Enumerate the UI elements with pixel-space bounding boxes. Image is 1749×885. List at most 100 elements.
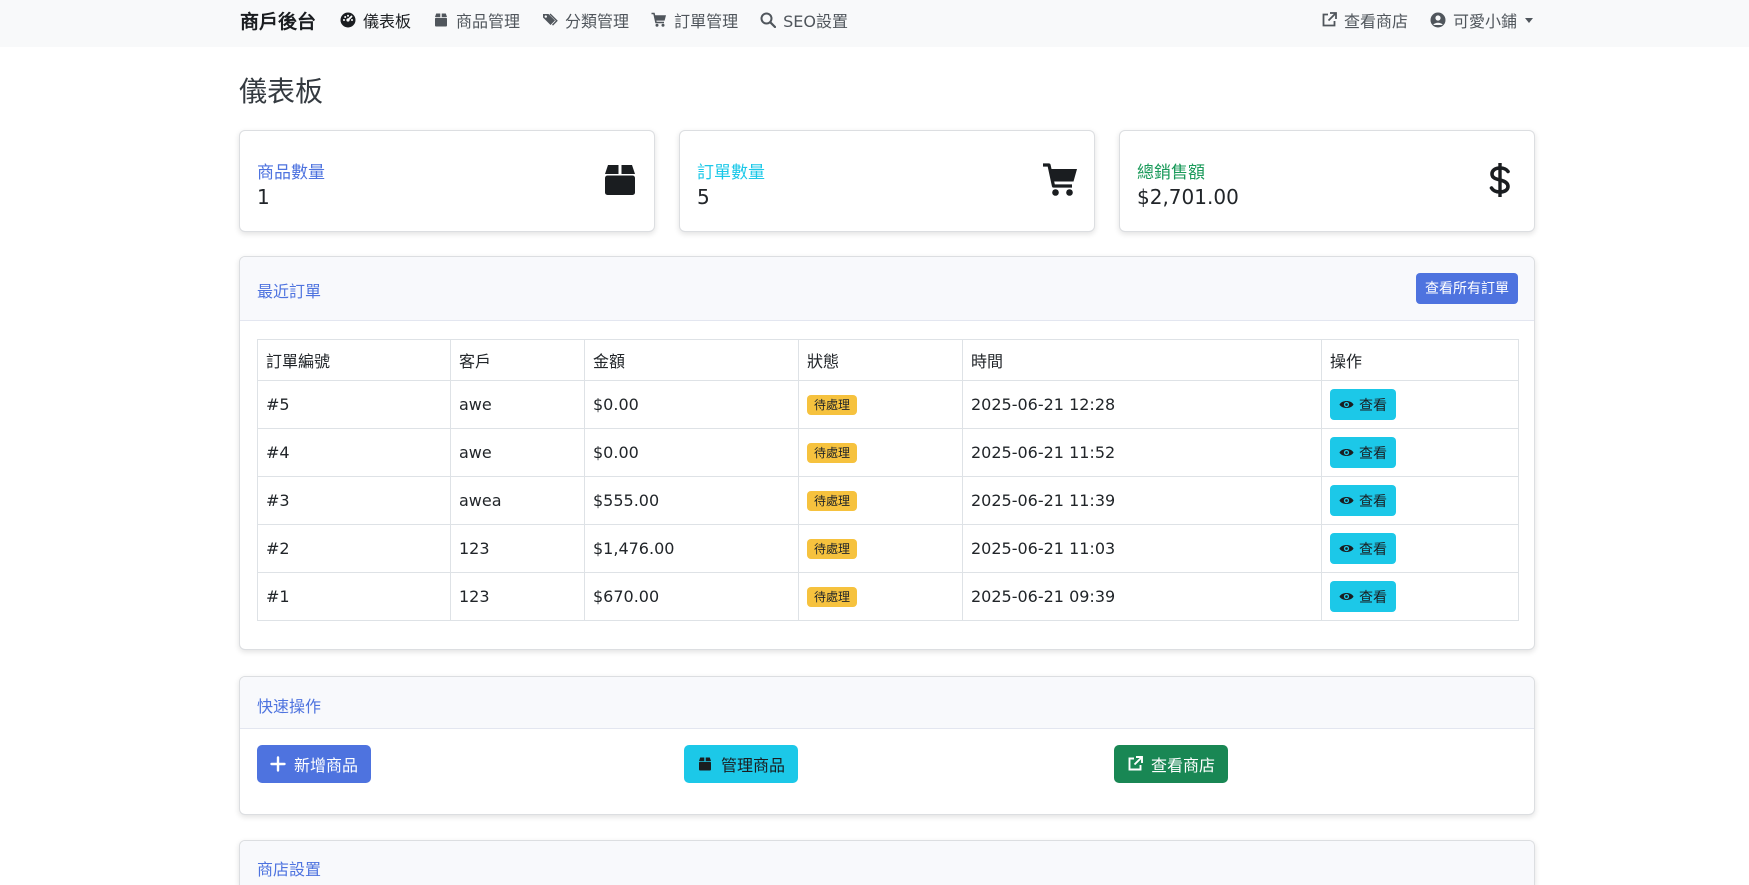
manage-products-label: 管理商品 xyxy=(721,758,786,775)
cell-amount: $555.00 xyxy=(584,476,799,525)
view-store-label: 查看商店 xyxy=(1151,758,1216,775)
col-header-amount: 金額 xyxy=(584,339,799,381)
nav-label-products: 商品管理 xyxy=(456,12,521,31)
stat-label-products: 商品數量 xyxy=(257,163,325,183)
eye-icon xyxy=(1339,448,1354,457)
nav-item-categories[interactable]: 分類管理 xyxy=(542,8,629,32)
search-icon xyxy=(760,12,777,28)
view-order-button[interactable]: 查看 xyxy=(1330,437,1396,468)
cell-time: 2025-06-21 12:28 xyxy=(962,380,1322,429)
cell-amount: $0.00 xyxy=(584,380,799,429)
cell-amount: $1,476.00 xyxy=(584,524,799,573)
nav-item-seo[interactable]: SEO設置 xyxy=(760,8,848,32)
dollar-icon xyxy=(1489,163,1510,197)
user-name: 可愛小鋪 xyxy=(1452,12,1517,31)
col-header-customer: 客戶 xyxy=(450,339,585,381)
status-badge: 待處理 xyxy=(807,491,858,511)
stat-value-products: 1 xyxy=(257,185,270,209)
view-order-button[interactable]: 查看 xyxy=(1330,533,1396,564)
box-icon xyxy=(605,165,635,195)
eye-icon xyxy=(1339,400,1354,409)
navbar-right: 查看商店 可愛小鋪 xyxy=(1299,8,1533,32)
brand-logo[interactable]: 商戶後台 xyxy=(240,7,316,34)
cell-action: 查看 xyxy=(1321,524,1519,573)
eye-icon xyxy=(1339,592,1354,601)
view-order-label: 查看 xyxy=(1359,396,1387,413)
cell-customer: awea xyxy=(450,476,585,525)
store-settings-panel: 商店設置 xyxy=(239,840,1535,885)
store-settings-header: 商店設置 xyxy=(240,841,1534,885)
cell-time: 2025-06-21 11:39 xyxy=(962,476,1322,525)
nav-item-dashboard[interactable]: 儀表板 xyxy=(340,8,411,32)
chevron-down-icon xyxy=(1525,17,1533,23)
user-menu-dropdown[interactable]: 可愛小鋪 xyxy=(1430,8,1533,32)
tags-icon xyxy=(543,13,558,26)
view-order-button[interactable]: 查看 xyxy=(1330,389,1396,420)
view-store-button[interactable]: 查看商店 xyxy=(1114,745,1229,783)
cell-amount: $0.00 xyxy=(584,428,799,477)
stat-card-products: 商品數量 1 xyxy=(239,130,655,232)
col-header-time: 時間 xyxy=(962,339,1322,381)
cell-action: 查看 xyxy=(1321,572,1519,621)
box-icon xyxy=(435,13,448,27)
recent-orders-panel: 最近訂單 查看所有訂單 訂單編號 客戶 金額 狀態 時間 操作 #5 awe $… xyxy=(239,256,1535,650)
cell-status: 待處理 xyxy=(798,524,963,573)
cell-customer: awe xyxy=(450,380,585,429)
cell-time: 2025-06-21 11:03 xyxy=(962,524,1322,573)
col-header-order-id: 訂單編號 xyxy=(257,339,451,381)
recent-orders-header: 最近訂單 查看所有訂單 xyxy=(240,257,1534,321)
col-header-action: 操作 xyxy=(1321,339,1519,381)
eye-icon xyxy=(1339,496,1354,505)
user-circle-icon xyxy=(1430,12,1446,28)
cart-icon xyxy=(651,12,667,27)
quick-actions-title: 快速操作 xyxy=(257,697,322,716)
cell-time: 2025-06-21 11:52 xyxy=(962,428,1322,477)
store-settings-title: 商店設置 xyxy=(257,860,322,879)
orders-table: 訂單編號 客戶 金額 狀態 時間 操作 #5 awe $0.00 待處理 202… xyxy=(257,339,1519,621)
nav-label-seo: SEO設置 xyxy=(783,12,848,31)
nav-view-store-link[interactable]: 查看商店 xyxy=(1321,8,1408,32)
nav-label-categories: 分類管理 xyxy=(565,12,630,31)
table-row: #3 awea $555.00 待處理 2025-06-21 11:39 查看 xyxy=(257,476,1519,525)
add-product-button[interactable]: 新增商品 xyxy=(257,745,372,783)
status-badge: 待處理 xyxy=(807,587,858,607)
cart-icon xyxy=(1043,163,1077,196)
cell-customer: 123 xyxy=(450,524,585,573)
table-row: #1 123 $670.00 待處理 2025-06-21 09:39 查看 xyxy=(257,572,1519,621)
quick-actions-body: 新增商品 管理商品 查看商店 xyxy=(240,729,1534,814)
box-icon xyxy=(699,757,711,771)
cell-order-id: #4 xyxy=(257,428,451,477)
top-navbar: 商戶後台 儀表板 商品管理 分類管理 訂單管理 SEO設置 查看商店 可愛小鋪 xyxy=(0,0,1749,47)
view-order-button[interactable]: 查看 xyxy=(1330,581,1396,612)
external-link-icon xyxy=(1322,12,1337,27)
stat-card-sales: 總銷售額 $2,701.00 xyxy=(1119,130,1535,232)
table-row: #4 awe $0.00 待處理 2025-06-21 11:52 查看 xyxy=(257,428,1519,477)
cell-action: 查看 xyxy=(1321,380,1519,429)
quick-actions-panel: 快速操作 新增商品 管理商品 查看商店 xyxy=(239,676,1535,815)
nav-item-products[interactable]: 商品管理 xyxy=(433,8,520,32)
view-order-button[interactable]: 查看 xyxy=(1330,485,1396,516)
cell-customer: 123 xyxy=(450,572,585,621)
manage-products-button[interactable]: 管理商品 xyxy=(684,745,799,783)
table-row: #2 123 $1,476.00 待處理 2025-06-21 11:03 查看 xyxy=(257,524,1519,573)
plus-icon xyxy=(270,756,286,772)
cell-order-id: #3 xyxy=(257,476,451,525)
stat-value-orders: 5 xyxy=(697,185,710,209)
stat-label-orders: 訂單數量 xyxy=(697,163,765,183)
view-order-label: 查看 xyxy=(1359,444,1387,461)
status-badge: 待處理 xyxy=(807,539,858,559)
nav-item-orders[interactable]: 訂單管理 xyxy=(651,8,738,32)
col-header-status: 狀態 xyxy=(798,339,963,381)
nav-label-dashboard: 儀表板 xyxy=(363,12,412,31)
page-title: 儀表板 xyxy=(239,75,324,108)
stat-label-sales: 總銷售額 xyxy=(1137,163,1205,183)
cell-status: 待處理 xyxy=(798,428,963,477)
status-badge: 待處理 xyxy=(807,395,858,415)
external-link-icon xyxy=(1128,756,1143,771)
cell-action: 查看 xyxy=(1321,476,1519,525)
view-order-label: 查看 xyxy=(1359,492,1387,509)
view-all-orders-button[interactable]: 查看所有訂單 xyxy=(1416,273,1518,304)
table-header-row: 訂單編號 客戶 金額 狀態 時間 操作 xyxy=(257,339,1519,381)
stat-card-orders: 訂單數量 5 xyxy=(679,130,1095,232)
view-order-label: 查看 xyxy=(1359,540,1387,557)
